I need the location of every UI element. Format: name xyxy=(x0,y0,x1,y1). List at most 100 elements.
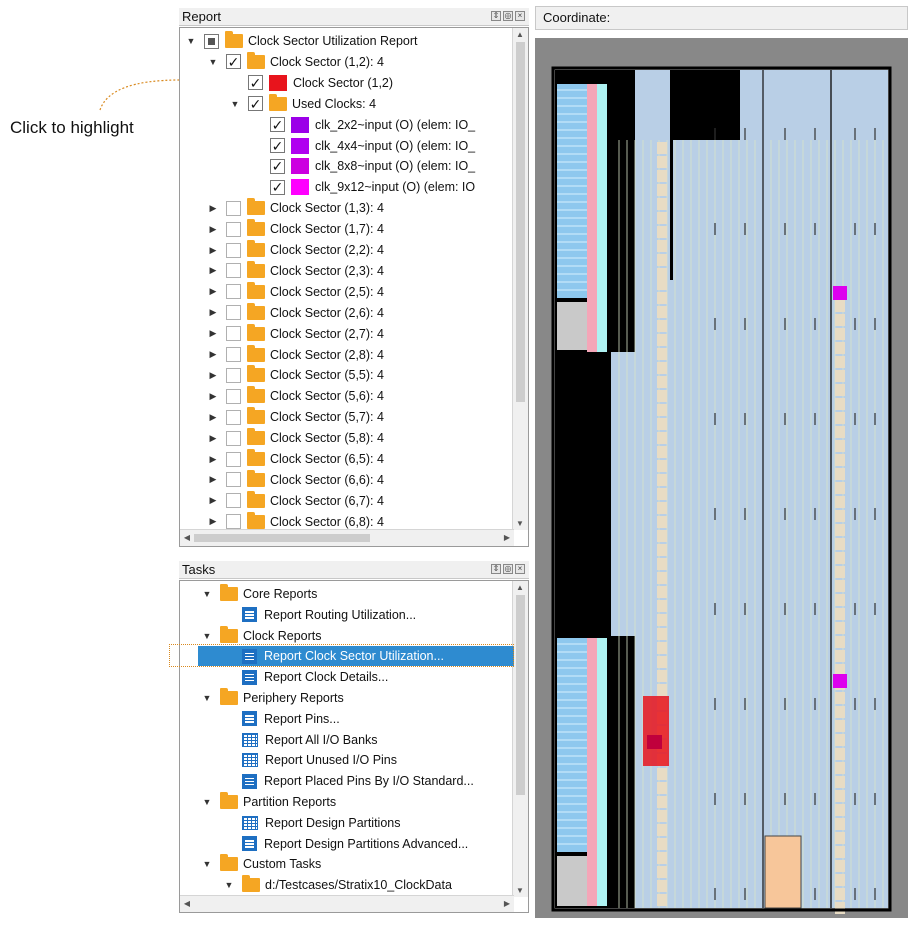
scroll-up-arrow-icon[interactable]: ▲ xyxy=(513,30,527,39)
checkbox[interactable] xyxy=(204,33,219,49)
scroll-right-arrow-icon[interactable]: ▶ xyxy=(500,533,514,542)
report-item-clock-sector-6-6-4[interactable]: ▶ Clock Sector (6,6): 4 xyxy=(208,469,384,490)
report-item-clk-8x8-input-o-elem-io[interactable]: ✓ clk_8x8~input (O) (elem: IO_ xyxy=(252,156,475,176)
checkbox[interactable]: ✓ xyxy=(270,158,285,174)
task-item-report-placed-pins-by-i-o-standard[interactable]: Report Placed Pins By I/O Standard... xyxy=(224,771,474,791)
checkbox[interactable] xyxy=(226,221,241,237)
checkbox[interactable] xyxy=(226,409,241,425)
task-item-d-testcases-stratix10-clockdata[interactable]: ▼ d:/Testcases/Stratix10_ClockData xyxy=(224,875,452,895)
checkbox[interactable] xyxy=(226,326,241,342)
report-item-clock-sector-1-7-4[interactable]: ▶ Clock Sector (1,7): 4 xyxy=(208,219,384,239)
report-item-clock-sector-utilization-report[interactable]: ▼ Clock Sector Utilization Report xyxy=(186,31,418,51)
collapse-arrow-icon[interactable]: ▶ xyxy=(208,474,218,485)
report-item-clock-sector-2-8-4[interactable]: ▶ Clock Sector (2,8): 4 xyxy=(208,344,384,365)
chip-planner-view[interactable] xyxy=(535,38,908,918)
scroll-thumb[interactable] xyxy=(516,595,525,795)
checkbox[interactable]: ✓ xyxy=(270,117,285,133)
checkbox[interactable]: ✓ xyxy=(270,179,285,195)
collapse-arrow-icon[interactable]: ▶ xyxy=(208,495,218,506)
tasks-horizontal-scrollbar[interactable]: ◀ ▶ xyxy=(180,895,514,912)
task-item-report-design-partitions-advanced[interactable]: Report Design Partitions Advanced... xyxy=(224,834,468,854)
report-item-clock-sector-1-2-4[interactable]: ▼ ✓ Clock Sector (1,2): 4 xyxy=(208,51,384,72)
report-item-clk-2x2-input-o-elem-io[interactable]: ✓ clk_2x2~input (O) (elem: IO_ xyxy=(252,115,475,135)
checkbox[interactable] xyxy=(226,284,241,300)
task-item-report-design-partitions[interactable]: Report Design Partitions xyxy=(224,813,400,833)
collapse-arrow-icon[interactable]: ▶ xyxy=(208,391,218,402)
task-item-core-reports[interactable]: ▼ Core Reports xyxy=(202,584,317,604)
scroll-left-arrow-icon[interactable]: ◀ xyxy=(180,533,194,542)
expand-arrow-icon[interactable]: ▼ xyxy=(186,36,196,46)
task-item-report-unused-i-o-pins[interactable]: Report Unused I/O Pins xyxy=(224,750,397,770)
checkbox[interactable] xyxy=(226,305,241,321)
collapse-arrow-icon[interactable]: ▶ xyxy=(208,245,218,256)
expand-arrow-icon[interactable]: ▼ xyxy=(202,631,212,641)
scroll-down-arrow-icon[interactable]: ▼ xyxy=(513,886,527,895)
tasks-vertical-scrollbar[interactable]: ▲ ▼ xyxy=(512,581,528,897)
report-item-clock-sector-6-5-4[interactable]: ▶ Clock Sector (6,5): 4 xyxy=(208,449,384,469)
expand-arrow-icon[interactable]: ▼ xyxy=(202,693,212,703)
h-scroll-thumb[interactable] xyxy=(194,534,370,542)
report-item-clock-sector-1-3-4[interactable]: ▶ Clock Sector (1,3): 4 xyxy=(208,198,384,218)
task-item-report-pins[interactable]: Report Pins... xyxy=(224,709,340,729)
report-item-clock-sector-2-6-4[interactable]: ▶ Clock Sector (2,6): 4 xyxy=(208,302,384,323)
float-icon[interactable]: ◎ xyxy=(503,564,513,574)
report-item-clock-sector-2-3-4[interactable]: ▶ Clock Sector (2,3): 4 xyxy=(208,260,384,281)
report-item-used-clocks-4[interactable]: ▼ ✓ Used Clocks: 4 xyxy=(230,93,376,114)
collapse-arrow-icon[interactable]: ▶ xyxy=(208,454,218,465)
collapse-arrow-icon[interactable]: ▶ xyxy=(208,224,218,235)
close-icon[interactable]: × xyxy=(515,564,525,574)
checkbox[interactable] xyxy=(226,514,241,530)
checkbox[interactable] xyxy=(226,430,241,446)
checkbox[interactable] xyxy=(226,200,241,216)
scroll-up-arrow-icon[interactable]: ▲ xyxy=(513,583,527,592)
collapse-arrow-icon[interactable]: ▶ xyxy=(208,265,218,276)
checkbox[interactable]: ✓ xyxy=(226,54,241,70)
checkbox[interactable] xyxy=(226,493,241,509)
checkbox[interactable] xyxy=(226,263,241,279)
expand-arrow-icon[interactable]: ▼ xyxy=(224,880,234,890)
report-item-clock-sector-1-2[interactable]: ✓ Clock Sector (1,2) xyxy=(230,73,393,93)
expand-arrow-icon[interactable]: ▼ xyxy=(202,589,212,599)
chip-floorplan[interactable] xyxy=(535,38,908,918)
scroll-down-arrow-icon[interactable]: ▼ xyxy=(513,519,527,528)
checkbox[interactable]: ✓ xyxy=(248,75,263,91)
report-item-clock-sector-5-6-4[interactable]: ▶ Clock Sector (5,6): 4 xyxy=(208,386,384,406)
collapse-arrow-icon[interactable]: ▶ xyxy=(208,328,218,339)
scroll-thumb[interactable] xyxy=(516,42,525,402)
collapse-arrow-icon[interactable]: ▶ xyxy=(208,412,218,423)
collapse-arrow-icon[interactable]: ▶ xyxy=(208,516,218,527)
scroll-left-arrow-icon[interactable]: ◀ xyxy=(180,899,194,908)
checkbox[interactable]: ✓ xyxy=(270,138,285,153)
task-item-clock-reports[interactable]: ▼ Clock Reports xyxy=(202,625,322,646)
report-item-clock-sector-2-5-4[interactable]: ▶ Clock Sector (2,5): 4 xyxy=(208,281,384,302)
checkbox[interactable] xyxy=(226,242,241,258)
checkbox[interactable] xyxy=(226,347,241,362)
checkbox[interactable] xyxy=(226,367,241,383)
collapse-arrow-icon[interactable]: ▶ xyxy=(208,433,218,444)
pin-icon[interactable]: ⇕ xyxy=(491,11,501,21)
expand-arrow-icon[interactable]: ▼ xyxy=(202,797,212,807)
report-item-clock-sector-5-5-4[interactable]: ▶ Clock Sector (5,5): 4 xyxy=(208,365,384,385)
collapse-arrow-icon[interactable]: ▶ xyxy=(208,286,218,297)
report-vertical-scrollbar[interactable]: ▲ ▼ xyxy=(512,28,528,530)
task-item-report-routing-utilization[interactable]: Report Routing Utilization... xyxy=(224,605,416,625)
report-item-clock-sector-2-2-4[interactable]: ▶ Clock Sector (2,2): 4 xyxy=(208,240,384,260)
expand-arrow-icon[interactable]: ▼ xyxy=(208,57,218,67)
checkbox[interactable] xyxy=(226,451,241,467)
report-item-clk-4x4-input-o-elem-io[interactable]: ✓ clk_4x4~input (O) (elem: IO_ xyxy=(252,136,475,156)
report-item-clock-sector-5-8-4[interactable]: ▶ Clock Sector (5,8): 4 xyxy=(208,428,384,448)
close-icon[interactable]: × xyxy=(515,11,525,21)
report-item-clk-9x12-input-o-elem-io[interactable]: ✓ clk_9x12~input (O) (elem: IO xyxy=(252,177,475,197)
report-item-clock-sector-6-7-4[interactable]: ▶ Clock Sector (6,7): 4 xyxy=(208,490,384,511)
task-item-report-all-i-o-banks[interactable]: Report All I/O Banks xyxy=(224,730,378,750)
collapse-arrow-icon[interactable]: ▶ xyxy=(208,349,218,360)
scroll-right-arrow-icon[interactable]: ▶ xyxy=(500,899,514,908)
report-item-clock-sector-2-7-4[interactable]: ▶ Clock Sector (2,7): 4 xyxy=(208,323,384,344)
report-item-clock-sector-5-7-4[interactable]: ▶ Clock Sector (5,7): 4 xyxy=(208,407,384,427)
task-item-custom-tasks[interactable]: ▼ Custom Tasks xyxy=(202,854,321,874)
collapse-arrow-icon[interactable]: ▶ xyxy=(208,370,218,381)
checkbox[interactable]: ✓ xyxy=(248,96,263,112)
checkbox[interactable] xyxy=(226,472,241,488)
float-icon[interactable]: ◎ xyxy=(503,11,513,21)
task-item-periphery-reports[interactable]: ▼ Periphery Reports xyxy=(202,688,344,708)
